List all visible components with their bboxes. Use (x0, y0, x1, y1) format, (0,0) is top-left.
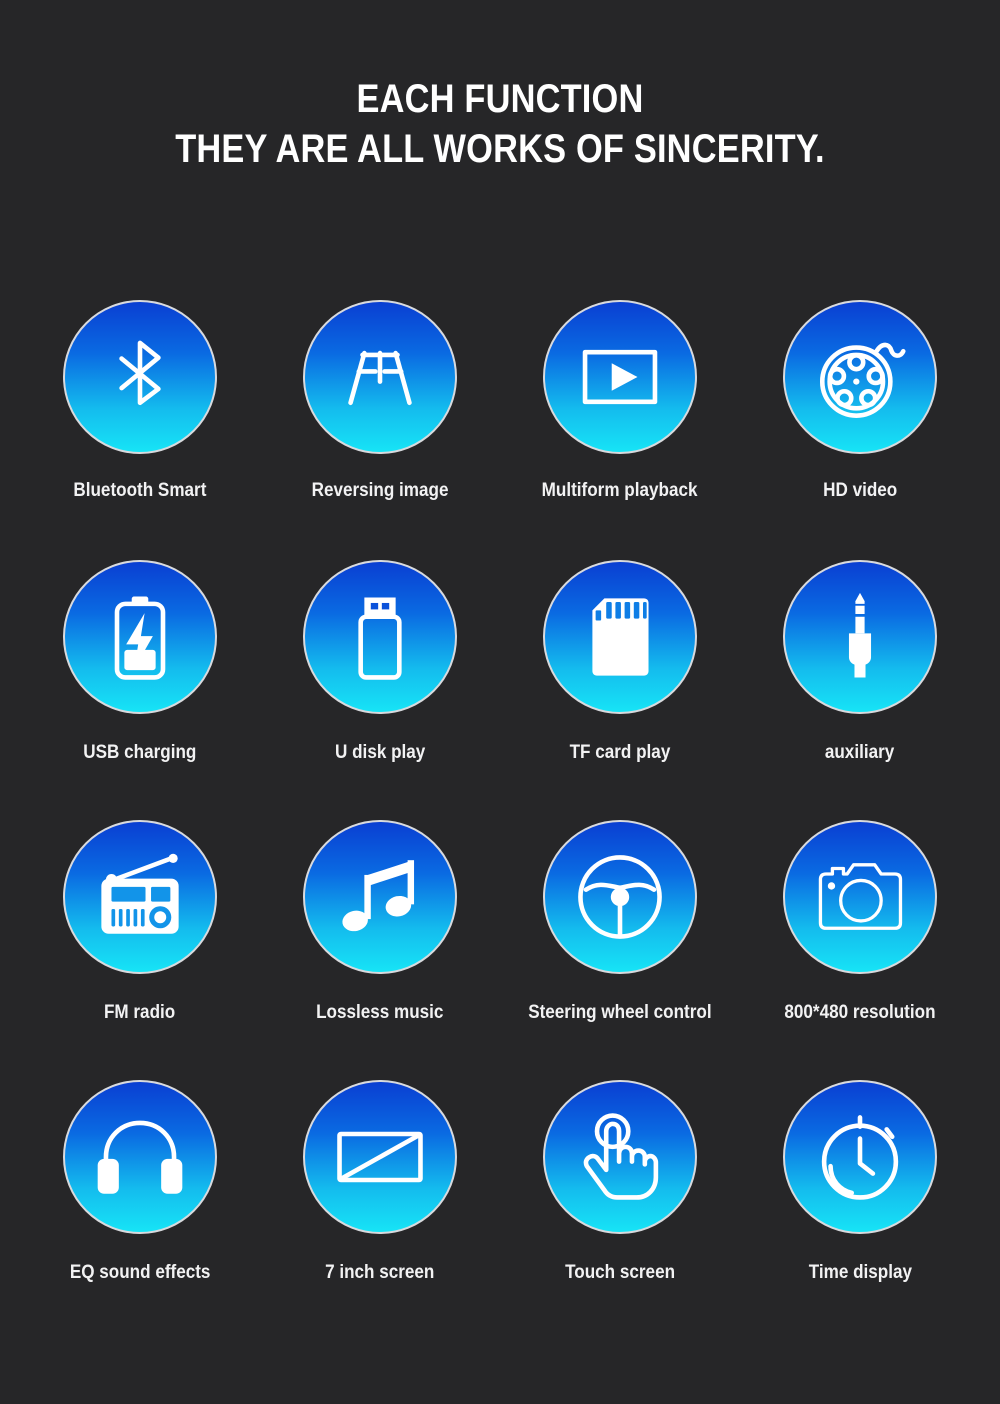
feature-item-lossless-music[interactable]: Lossless music (260, 820, 500, 1080)
feature-icon-circle[interactable] (783, 820, 937, 974)
feature-label: Reversing image (311, 480, 449, 501)
feature-item-usb-charging[interactable]: USB charging (20, 560, 260, 820)
feature-icon-circle[interactable] (783, 560, 937, 714)
feature-item-steering-wheel-control[interactable]: Steering wheel control (500, 820, 740, 1080)
feature-label: Time display (808, 1262, 912, 1283)
feature-item-tf-card-play[interactable]: TF card play (500, 560, 740, 820)
feature-icon-circle[interactable] (543, 1080, 697, 1234)
feature-label: EQ sound effects (69, 1262, 211, 1283)
feature-icon-circle[interactable] (543, 820, 697, 974)
feature-icon-circle[interactable] (303, 820, 457, 974)
feature-item-u-disk-play[interactable]: U disk play (260, 560, 500, 820)
feature-label: Bluetooth Smart (73, 480, 207, 501)
audio-jack-icon (848, 592, 872, 678)
usb-drive-icon (358, 597, 402, 680)
feature-icon-circle[interactable] (303, 300, 457, 454)
music-note-icon (342, 860, 415, 932)
battery-charging-icon (114, 596, 166, 680)
feature-item-reversing-image[interactable]: Reversing image (260, 300, 500, 560)
film-reel-icon (819, 342, 906, 418)
feature-item-bluetooth-smart[interactable]: Bluetooth Smart (20, 300, 260, 560)
feature-icon-circle[interactable] (63, 560, 217, 714)
reversing-guide-icon (348, 350, 412, 406)
feature-icon-circle[interactable] (63, 820, 217, 974)
feature-item-fm-radio[interactable]: FM radio (20, 820, 260, 1080)
feature-label: Multiform playback (542, 480, 698, 501)
radio-icon (101, 853, 179, 934)
feature-label: auxiliary (825, 742, 895, 763)
feature-item-touch-screen[interactable]: Touch screen (500, 1080, 740, 1340)
feature-icon-circle[interactable] (63, 300, 217, 454)
feature-icon-circle[interactable] (783, 1080, 937, 1234)
feature-label: Touch screen (565, 1262, 675, 1283)
touch-hand-icon (583, 1113, 659, 1200)
page-header: EACH FUNCTION THEY ARE ALL WORKS OF SINC… (0, 0, 1000, 174)
feature-item-time-display[interactable]: Time display (740, 1080, 980, 1340)
feature-icon-circle[interactable] (543, 300, 697, 454)
stopwatch-icon (821, 1115, 899, 1200)
page-title-line-1: EACH FUNCTION (356, 77, 644, 121)
headphones-icon (97, 1120, 183, 1194)
feature-icon-circle[interactable] (303, 560, 457, 714)
feature-label: 800*480 resolution (784, 1002, 936, 1023)
feature-label: FM radio (104, 1002, 176, 1023)
feature-icon-circle[interactable] (543, 560, 697, 714)
feature-grid: Bluetooth Smart Reversing image Multifor… (0, 300, 1000, 1340)
feature-label: Lossless music (316, 1002, 444, 1023)
video-play-icon (582, 349, 658, 405)
feature-label: Steering wheel control (528, 1002, 712, 1023)
screen-diagonal-icon (337, 1131, 423, 1183)
feature-icon-circle[interactable] (63, 1080, 217, 1234)
steering-wheel-icon (578, 855, 662, 939)
sd-card-icon (592, 598, 649, 676)
bluetooth-icon (119, 340, 161, 406)
feature-label: USB charging (83, 742, 197, 763)
feature-label: U disk play (334, 742, 426, 763)
page-title: EACH FUNCTION THEY ARE ALL WORKS OF SINC… (70, 74, 930, 174)
feature-label: HD video (822, 480, 898, 501)
camera-icon (818, 863, 903, 930)
page-title-line-2: THEY ARE ALL WORKS OF SINCERITY. (175, 127, 825, 171)
feature-item-eq-sound-effects[interactable]: EQ sound effects (20, 1080, 260, 1340)
feature-label: TF card play (569, 742, 671, 763)
feature-icon-circle[interactable] (303, 1080, 457, 1234)
feature-item-multiform-playback[interactable]: Multiform playback (500, 300, 740, 560)
feature-item-hd-video[interactable]: HD video (740, 300, 980, 560)
feature-item-auxiliary[interactable]: auxiliary (740, 560, 980, 820)
feature-label: 7 inch screen (325, 1262, 435, 1283)
feature-item-resolution[interactable]: 800*480 resolution (740, 820, 980, 1080)
feature-icon-circle[interactable] (783, 300, 937, 454)
feature-item-7-inch-screen[interactable]: 7 inch screen (260, 1080, 500, 1340)
